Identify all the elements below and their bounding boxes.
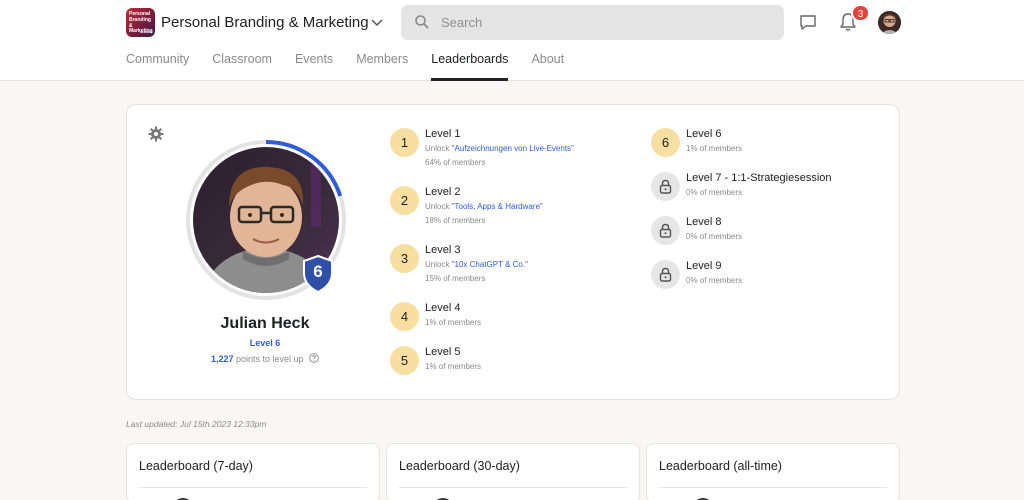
points-suffix: points to level up xyxy=(235,354,304,364)
level-badge-number: 6 xyxy=(313,262,323,281)
level-members-pct: 0% of members xyxy=(686,188,743,197)
tab-about[interactable]: About xyxy=(531,52,564,81)
level-members-pct: 0% of members xyxy=(686,232,743,241)
points-value: 1,227 xyxy=(210,354,234,364)
tab-events[interactable]: Events xyxy=(295,52,333,81)
group-logo[interactable]: Personal Branding & Marketing academy xyxy=(126,8,155,37)
tab-classroom[interactable]: Classroom xyxy=(212,52,272,81)
lock-icon xyxy=(659,179,672,194)
unlock-link[interactable]: "10x ChatGPT & Co." xyxy=(452,260,528,269)
unlock-link[interactable]: "Tools, Apps & Hardware" xyxy=(452,202,543,211)
leaderboard-title: Leaderboard (30-day) xyxy=(399,459,520,473)
level-title: Level 2 xyxy=(425,186,461,198)
level-members-pct: 1% of members xyxy=(686,144,743,153)
divider xyxy=(659,487,887,488)
level-members-pct: 1% of members xyxy=(425,362,482,371)
divider xyxy=(139,487,367,488)
level-title: Level 4 xyxy=(425,302,461,314)
level-locked-circle xyxy=(651,216,680,245)
lock-icon xyxy=(659,267,672,282)
notification-badge: 3 xyxy=(851,4,870,22)
search-input[interactable] xyxy=(441,5,771,40)
level-unlock: Unlock "Tools, Apps & Hardware" xyxy=(425,202,543,211)
levels-card: 6 Julian Heck Level 6 1,227 points to le… xyxy=(126,104,900,400)
level-number-circle: 1 xyxy=(390,128,419,157)
level-number-circle: 5 xyxy=(390,346,419,375)
leaderboard-7day-card: Leaderboard (7-day) xyxy=(126,443,380,500)
last-updated: Last updated: Jul 15th 2023 12:33pm xyxy=(126,419,267,429)
level-members-pct: 15% of members xyxy=(425,274,486,283)
leaderboard-30day-card: Leaderboard (30-day) xyxy=(386,443,640,500)
level-title: Level 7 - 1:1-Strategiesession xyxy=(686,172,832,184)
chat-icon[interactable] xyxy=(798,12,818,32)
help-icon[interactable] xyxy=(309,353,319,363)
level-title: Level 3 xyxy=(425,244,461,256)
unlock-link[interactable]: "Aufzeichnungen von Live-Events" xyxy=(452,144,574,153)
leaderboard-alltime-card: Leaderboard (all-time) xyxy=(646,443,900,500)
user-avatar[interactable] xyxy=(878,11,901,34)
tab-leaderboards[interactable]: Leaderboards xyxy=(431,52,509,81)
divider xyxy=(399,487,627,488)
level-number-circle: 3 xyxy=(390,244,419,273)
level-members-pct: 1% of members xyxy=(425,318,482,327)
chevron-down-icon[interactable] xyxy=(369,14,385,30)
level-unlock: Unlock "Aufzeichnungen von Live-Events" xyxy=(425,144,574,153)
level-number-circle: 4 xyxy=(390,302,419,331)
top-bar: Personal Branding & Marketing academy Pe… xyxy=(0,0,1024,81)
tab-members[interactable]: Members xyxy=(356,52,408,81)
level-number-circle: 2 xyxy=(390,186,419,215)
level-number-circle: 6 xyxy=(651,128,680,157)
profile-name: Julian Heck xyxy=(220,315,310,332)
level-title: Level 8 xyxy=(686,216,722,228)
level-members-pct: 0% of members xyxy=(686,276,743,285)
level-title: Level 5 xyxy=(425,346,461,358)
level-title: Level 6 xyxy=(686,128,722,140)
tab-bar: Community Classroom Events Members Leade… xyxy=(126,52,587,81)
search-icon xyxy=(415,15,429,29)
level-locked-circle xyxy=(651,260,680,289)
level-members-pct: 64% of members xyxy=(425,158,486,167)
leaderboard-title: Leaderboard (all-time) xyxy=(659,459,782,473)
level-locked-circle xyxy=(651,172,680,201)
tab-community[interactable]: Community xyxy=(126,52,189,81)
profile-level: Level 6 xyxy=(249,338,281,348)
level-unlock: Unlock "10x ChatGPT & Co." xyxy=(425,260,528,269)
search-bar[interactable] xyxy=(401,5,784,40)
level-title: Level 9 xyxy=(686,260,722,272)
points-to-level-up: 1,227 points to level up xyxy=(165,353,365,364)
leaderboard-title: Leaderboard (7-day) xyxy=(139,459,253,473)
lock-icon xyxy=(659,223,672,238)
gear-icon[interactable] xyxy=(148,126,164,142)
level-members-pct: 18% of members xyxy=(425,216,486,225)
group-name[interactable]: Personal Branding & Marketing xyxy=(161,14,369,31)
level-title: Level 1 xyxy=(425,128,461,140)
